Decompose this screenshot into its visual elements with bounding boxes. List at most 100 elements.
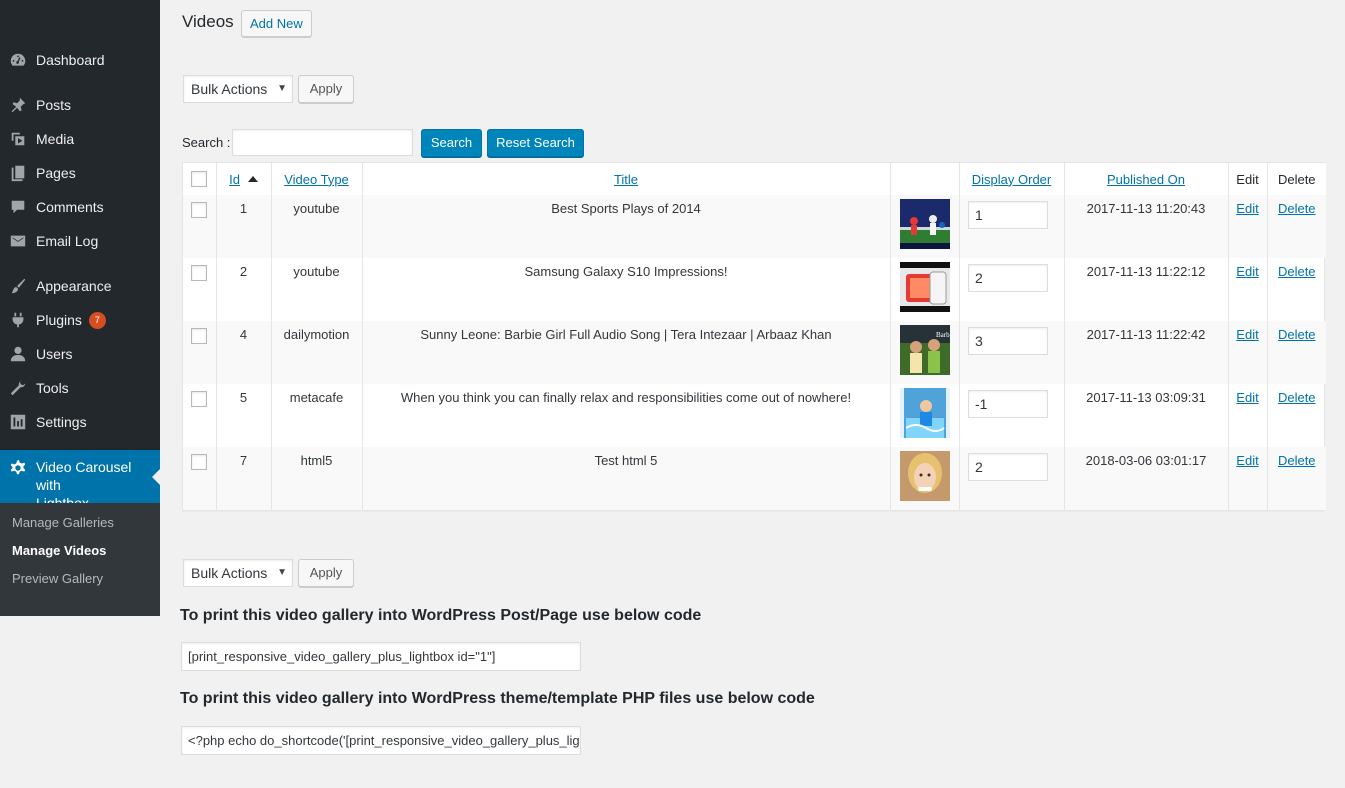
delete-link[interactable]: Delete <box>1278 390 1316 405</box>
row-checkbox[interactable] <box>191 390 208 407</box>
row-checkbox[interactable] <box>191 453 208 470</box>
column-id: Id <box>215 163 271 195</box>
delete-link[interactable]: Delete <box>1278 453 1316 468</box>
update-count-badge: 7 <box>88 311 106 329</box>
bottom-apply-button[interactable]: Apply <box>298 559 354 587</box>
settings-icon <box>0 413 36 431</box>
sort-title-link[interactable]: Title <box>614 172 638 187</box>
sidebar-item-video-carousel[interactable]: Video Carousel with Lightbox <box>0 450 160 511</box>
table-row: 1 youtube Best Sports Plays of 2014 1 20… <box>183 195 1326 258</box>
video-type: dailymotion <box>270 321 362 384</box>
delete-cell: Delete <box>1266 321 1326 384</box>
submenu-manage-galleries[interactable]: Manage Galleries <box>0 514 160 542</box>
bulk-actions-select[interactable]: Bulk Actions ▼ <box>183 75 293 103</box>
row-checkbox[interactable] <box>191 264 208 281</box>
main-content: Videos Add New Bulk Actions ▼ Apply Sear… <box>160 0 1345 788</box>
media-icon <box>0 130 36 148</box>
published-on: 2018-03-06 03:01:17 <box>1063 447 1228 510</box>
sidebar-item-label: Comments <box>36 199 104 215</box>
column-edit: Edit <box>1227 163 1267 195</box>
select-all-checkbox[interactable] <box>191 171 208 188</box>
submenu-manage-videos[interactable]: Manage Videos <box>0 542 160 570</box>
dashboard-icon <box>0 51 36 69</box>
display-order-input[interactable]: 2 <box>968 264 1048 292</box>
published-on: 2017-11-13 03:09:31 <box>1063 384 1228 447</box>
video-id: 7 <box>215 447 271 510</box>
sort-display-order-link[interactable]: Display Order <box>972 172 1051 187</box>
display-order-input[interactable]: -1 <box>968 390 1048 418</box>
submenu-preview-gallery[interactable]: Preview Gallery <box>0 570 160 598</box>
delete-link[interactable]: Delete <box>1278 327 1316 342</box>
apply-button[interactable]: Apply <box>298 75 354 103</box>
sidebar-item-label: Email Log <box>36 233 99 249</box>
display-order-cell: -1 <box>958 384 1064 447</box>
video-id: 5 <box>215 384 271 447</box>
sort-published-on-link[interactable]: Published On <box>1107 172 1185 187</box>
sidebar-item-label: Dashboard <box>36 52 105 68</box>
plugin-icon <box>0 311 36 329</box>
sidebar-item-comments[interactable]: Comments <box>0 190 160 224</box>
thumbnail-cell <box>889 384 959 447</box>
row-select-cell <box>183 321 216 384</box>
display-order-cell: 1 <box>958 195 1064 258</box>
admin-sidebar: Dashboard Posts Media Pages Comments Ema… <box>0 0 160 616</box>
display-order-input[interactable]: 1 <box>968 201 1048 229</box>
display-order-input[interactable]: 3 <box>968 327 1048 355</box>
sidebar-item-tools[interactable]: Tools <box>0 371 160 405</box>
sidebar-item-email-log[interactable]: Email Log <box>0 224 160 258</box>
edit-cell: Edit <box>1227 447 1267 510</box>
display-order-input[interactable]: 2 <box>968 453 1048 481</box>
thumbnail-cell <box>889 195 959 258</box>
edit-cell: Edit <box>1227 258 1267 321</box>
sidebar-submenu: Manage Galleries Manage Videos Preview G… <box>0 503 160 616</box>
edit-link[interactable]: Edit <box>1236 201 1258 216</box>
sidebar-item-plugins[interactable]: Plugins 7 <box>0 303 160 337</box>
sidebar-item-media[interactable]: Media <box>0 122 160 156</box>
edit-link[interactable]: Edit <box>1236 453 1258 468</box>
delete-link[interactable]: Delete <box>1278 201 1316 216</box>
email-icon <box>0 232 36 250</box>
table-header-row: Id Video Type Title Display Order Publis… <box>183 163 1326 195</box>
php-shortcode-field[interactable]: <?php echo do_shortcode('[print_responsi… <box>181 726 581 755</box>
column-thumbnail <box>889 163 959 195</box>
sort-video-type-link[interactable]: Video Type <box>284 172 349 187</box>
reset-search-button[interactable]: Reset Search <box>487 129 584 157</box>
sidebar-item-posts[interactable]: Posts <box>0 88 160 122</box>
sidebar-item-pages[interactable]: Pages <box>0 156 160 190</box>
sort-id-link[interactable]: Id <box>229 172 240 187</box>
row-checkbox[interactable] <box>191 201 208 218</box>
row-select-cell <box>183 447 216 510</box>
bulk-actions-value: Bulk Actions <box>191 81 268 97</box>
post-shortcode-field[interactable]: [print_responsive_video_gallery_plus_lig… <box>181 642 581 671</box>
edit-link[interactable]: Edit <box>1236 327 1258 342</box>
add-new-button[interactable]: Add New <box>241 10 312 37</box>
video-title: When you think you can finally relax and… <box>361 384 890 447</box>
sidebar-item-label: Appearance <box>36 278 112 294</box>
sports-thumbnail <box>899 199 950 249</box>
comment-icon <box>0 198 36 216</box>
video-type: html5 <box>270 447 362 510</box>
published-on: 2017-11-13 11:22:12 <box>1063 258 1228 321</box>
delete-link[interactable]: Delete <box>1278 264 1316 279</box>
search-button[interactable]: Search <box>421 129 482 157</box>
edit-cell: Edit <box>1227 195 1267 258</box>
sidebar-item-label: Media <box>36 131 75 147</box>
search-label: Search : <box>182 135 231 150</box>
table-row: 7 html5 Test html 5 2 2018-03-06 03:01:1… <box>183 447 1326 510</box>
bottom-bulk-actions-select[interactable]: Bulk Actions ▼ <box>183 559 293 587</box>
phone-thumbnail <box>899 262 950 312</box>
row-checkbox[interactable] <box>191 327 208 344</box>
sidebar-item-dashboard[interactable]: Dashboard <box>0 43 160 77</box>
sidebar-item-settings[interactable]: Settings <box>0 405 160 439</box>
edit-link[interactable]: Edit <box>1236 264 1258 279</box>
video-type: youtube <box>270 258 362 321</box>
row-select-cell <box>183 258 216 321</box>
edit-link[interactable]: Edit <box>1236 390 1258 405</box>
search-input[interactable] <box>232 129 413 156</box>
sidebar-item-appearance[interactable]: Appearance <box>0 269 160 303</box>
delete-cell: Delete <box>1266 195 1326 258</box>
videos-table: Id Video Type Title Display Order Publis… <box>182 162 1326 511</box>
video-type: youtube <box>270 195 362 258</box>
sidebar-item-users[interactable]: Users <box>0 337 160 371</box>
dropdown-caret-icon: ▼ <box>277 83 287 94</box>
